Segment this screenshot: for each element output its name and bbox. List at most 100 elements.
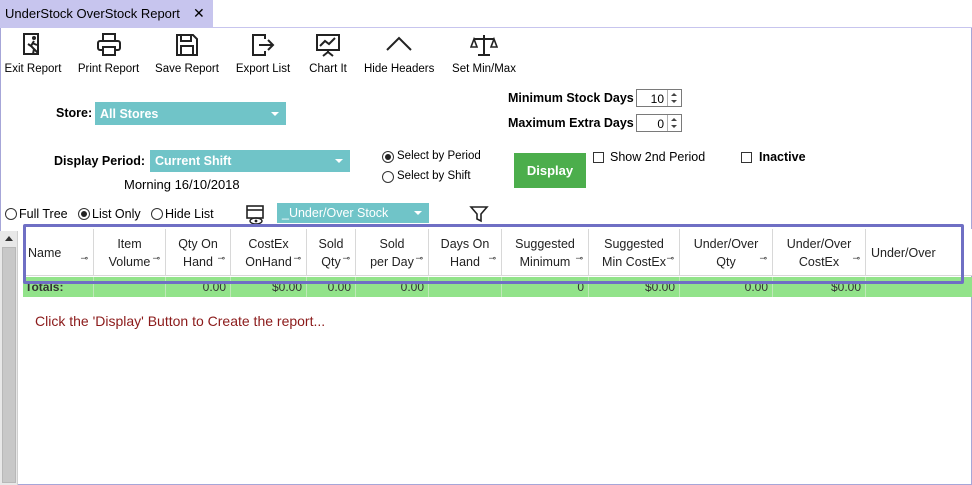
min-stock-days-stepper[interactable]: 10: [636, 89, 682, 107]
inactive-checkbox[interactable]: [741, 152, 752, 163]
pin-icon[interactable]: ⊸: [759, 249, 767, 267]
list-only-label[interactable]: List Only: [92, 207, 141, 221]
totals-under-over-qty: 0.00: [680, 277, 773, 297]
select-by-period-label[interactable]: Select by Period: [397, 150, 481, 162]
print-report-label: Print Report: [77, 63, 140, 75]
column-header-qty-on-hand[interactable]: Qty On Hand ⊸: [166, 229, 231, 276]
totals-days-on-hand: [429, 277, 502, 297]
period-dropdown[interactable]: Current Shift: [150, 150, 350, 172]
column-header-under-over-costex[interactable]: Under/Over CostEx ⊸: [773, 229, 866, 276]
min-stock-days-value: 10: [650, 92, 664, 106]
column-header-under-over-qty[interactable]: Under/Over Qty ⊸: [680, 229, 773, 276]
select-by-shift-label[interactable]: Select by Shift: [397, 170, 471, 182]
totals-sold-per-day: 0.00: [356, 277, 429, 297]
totals-item-volume: [94, 277, 166, 297]
column-header-suggested-min-costex[interactable]: Suggested Min CostEx ⊸: [589, 229, 680, 276]
stepper-buttons[interactable]: [667, 90, 681, 106]
save-icon: [176, 34, 198, 56]
stepper-up-icon[interactable]: [671, 118, 677, 121]
layout-view-icon[interactable]: [245, 204, 267, 226]
column-header-name[interactable]: Name ⊸: [23, 229, 94, 276]
exit-report-label: Exit Report: [4, 63, 62, 75]
pin-icon[interactable]: ⊸: [152, 249, 160, 267]
period-value: Current Shift: [155, 154, 232, 168]
display-button[interactable]: Display: [514, 153, 586, 188]
chart-icon: [316, 34, 340, 57]
column-header-suggested-minimum[interactable]: Suggested Minimum ⊸: [502, 229, 589, 276]
tab-strip: UnderStock OverStock Report ✕: [0, 0, 972, 27]
inactive-label[interactable]: Inactive: [759, 150, 806, 164]
vertical-scrollbar[interactable]: [0, 231, 18, 485]
tab-underline: [0, 27, 972, 28]
pin-icon[interactable]: ⊸: [575, 249, 583, 267]
pin-icon[interactable]: ⊸: [415, 249, 423, 267]
set-min-max-button[interactable]: Set Min/Max: [452, 30, 516, 80]
full-tree-radio[interactable]: [5, 208, 17, 220]
pin-icon[interactable]: ⊸: [666, 249, 674, 267]
totals-sold-qty: 0.00: [307, 277, 356, 297]
tab-report[interactable]: UnderStock OverStock Report ✕: [0, 0, 213, 27]
pin-icon[interactable]: ⊸: [488, 249, 496, 267]
store-label: Store:: [56, 106, 93, 120]
close-icon[interactable]: ✕: [193, 5, 205, 22]
chevron-up-icon: [386, 36, 412, 51]
grid-header: Name ⊸ Item Volume ⊸ Qty On Hand ⊸ CostEx O…: [23, 229, 972, 276]
select-by-shift-radio[interactable]: [382, 171, 394, 183]
export-list-button[interactable]: Export List: [235, 30, 291, 80]
scroll-thumb[interactable]: [2, 247, 16, 483]
max-extra-days-value: 0: [657, 117, 664, 131]
column-header-under-over[interactable]: Under/Over: [866, 229, 972, 276]
filter-icon[interactable]: [469, 204, 489, 224]
list-only-radio[interactable]: [78, 208, 90, 220]
scales-icon: [470, 35, 498, 56]
full-tree-label[interactable]: Full Tree: [19, 207, 68, 221]
shift-info: Morning 16/10/2018: [124, 177, 240, 192]
exit-icon: [23, 33, 39, 55]
store-dropdown[interactable]: All Stores: [95, 102, 286, 125]
column-header-item-volume[interactable]: Item Volume ⊸: [94, 229, 166, 276]
totals-under-over: [866, 277, 972, 297]
totals-label: Totals:: [23, 277, 94, 297]
layout-dropdown[interactable]: _Under/Over Stock: [277, 203, 429, 223]
hide-list-label[interactable]: Hide List: [165, 207, 214, 221]
stepper-down-icon[interactable]: [671, 125, 677, 128]
select-by-period-radio[interactable]: [382, 151, 394, 163]
chevron-down-icon: [271, 111, 279, 116]
scroll-up-icon[interactable]: [5, 236, 13, 241]
hide-headers-button[interactable]: Hide Headers: [364, 30, 434, 80]
column-header-sold-per-day[interactable]: Sold per Day ⊸: [356, 229, 429, 276]
stepper-down-icon[interactable]: [671, 100, 677, 103]
totals-qty-on-hand: 0.00: [166, 277, 231, 297]
exit-report-button[interactable]: Exit Report: [4, 30, 62, 80]
chart-it-label: Chart It: [309, 63, 347, 75]
column-header-days-on-hand[interactable]: Days On Hand ⊸: [429, 229, 502, 276]
max-extra-days-stepper[interactable]: 0: [636, 114, 682, 132]
hide-headers-label: Hide Headers: [364, 63, 435, 75]
hide-list-radio[interactable]: [151, 208, 163, 220]
export-list-label: Export List: [235, 63, 291, 75]
store-value: All Stores: [100, 106, 159, 121]
pin-icon[interactable]: ⊸: [217, 249, 225, 267]
totals-under-over-costex: $0.00: [773, 277, 866, 297]
pin-icon[interactable]: ⊸: [852, 249, 860, 267]
show-2nd-period-checkbox[interactable]: [593, 152, 604, 163]
max-extra-days-label: Maximum Extra Days: [508, 116, 634, 130]
totals-row: Totals: 0.00 $0.00 0.00 0.00 0 $0.00 0.0…: [23, 277, 972, 297]
chevron-down-icon: [414, 211, 422, 215]
totals-suggested-min-costex: $0.00: [589, 277, 680, 297]
column-header-sold-qty[interactable]: Sold Qty ⊸: [307, 229, 356, 276]
show-2nd-period-label[interactable]: Show 2nd Period: [610, 150, 705, 164]
chart-it-button[interactable]: Chart It: [306, 30, 350, 80]
export-icon: [252, 34, 275, 56]
set-min-max-label: Set Min/Max: [452, 63, 516, 75]
stepper-up-icon[interactable]: [671, 93, 677, 96]
totals-costex-onhand: $0.00: [231, 277, 307, 297]
stepper-buttons[interactable]: [667, 115, 681, 131]
pin-icon[interactable]: ⊸: [342, 249, 350, 267]
layout-value: _Under/Over Stock: [282, 206, 389, 220]
save-report-button[interactable]: Save Report: [155, 30, 219, 80]
print-report-button[interactable]: Print Report: [77, 30, 140, 80]
pin-icon[interactable]: ⊸: [293, 249, 301, 267]
pin-icon[interactable]: ⊸: [80, 249, 88, 267]
column-header-costex-onhand[interactable]: CostEx OnHand ⊸: [231, 229, 307, 276]
